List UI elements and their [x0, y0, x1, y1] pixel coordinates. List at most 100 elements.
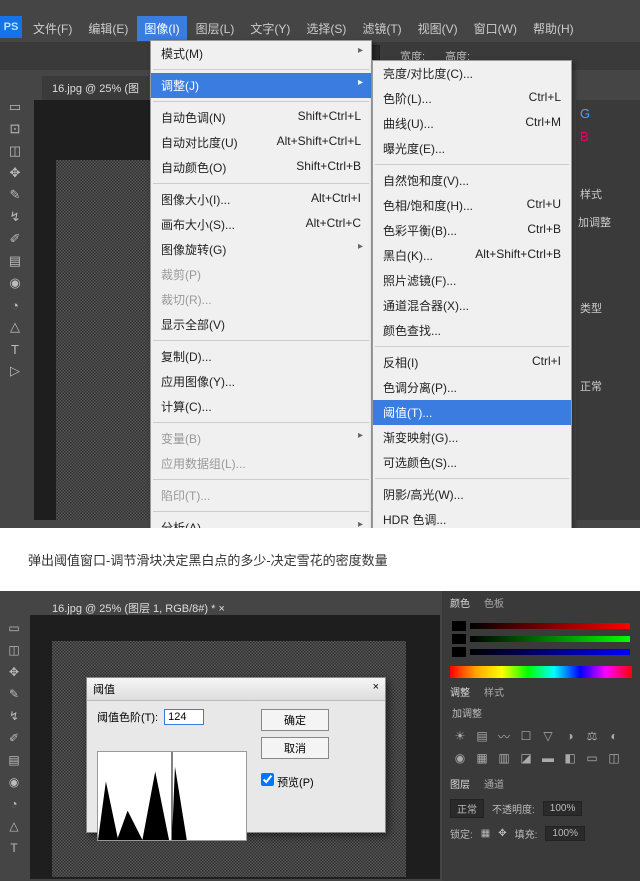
invert-icon[interactable]: ◪: [518, 750, 534, 766]
tool-icon-1[interactable]: ⊡: [0, 118, 30, 140]
menu-8[interactable]: 窗口(W): [467, 16, 524, 41]
tool-icon-8[interactable]: ◔: [0, 793, 28, 815]
tool-icon-7[interactable]: ◉: [0, 771, 28, 793]
tool-icon-9[interactable]: △: [0, 815, 28, 837]
menu-item[interactable]: 调整(J): [151, 73, 371, 98]
tool-icon-0[interactable]: ▭: [0, 617, 28, 639]
menu-9[interactable]: 帮助(H): [526, 16, 581, 41]
tool-icon-3[interactable]: ✎: [0, 683, 28, 705]
tab-swatch[interactable]: 色板: [484, 595, 504, 610]
tab-layers[interactable]: 图层: [450, 776, 470, 791]
menu-item[interactable]: 自动颜色(O)Shift+Ctrl+B: [151, 155, 371, 180]
tab-style[interactable]: 样式: [484, 684, 504, 699]
document-tab[interactable]: 16.jpg @ 25% (图: [42, 76, 149, 100]
tool-icon-12[interactable]: ▷: [0, 360, 30, 382]
tool-icon-6[interactable]: ✐: [0, 228, 30, 250]
tool-icon-8[interactable]: ◉: [0, 272, 30, 294]
fill-value[interactable]: 100%: [545, 826, 585, 841]
tool-icon-1[interactable]: ◫: [0, 639, 28, 661]
submenu-item[interactable]: 自然饱和度(V)...: [373, 168, 571, 193]
tool-icon-10[interactable]: △: [0, 316, 30, 338]
submenu-item[interactable]: 色调分离(P)...: [373, 375, 571, 400]
blend-mode-select-2[interactable]: 正常: [450, 799, 484, 818]
lock-pos-icon[interactable]: ✥: [498, 828, 506, 839]
close-icon[interactable]: ×: [373, 681, 379, 697]
menu-item[interactable]: 计算(C)...: [151, 394, 371, 419]
menu-item[interactable]: 分析(A): [151, 515, 371, 528]
selective-icon[interactable]: ◫: [606, 750, 622, 766]
menu-item[interactable]: 图像旋转(G): [151, 237, 371, 262]
tool-icon-2[interactable]: ◫: [0, 140, 30, 162]
brightness-icon[interactable]: ☀: [452, 728, 468, 744]
submenu-item[interactable]: 颜色查找...: [373, 318, 571, 343]
gradient-icon[interactable]: ▭: [584, 750, 600, 766]
menu-7[interactable]: 视图(V): [411, 16, 465, 41]
menu-1[interactable]: 编辑(E): [81, 16, 135, 41]
submenu-item[interactable]: 照片滤镜(F)...: [373, 268, 571, 293]
vibrance-icon[interactable]: ▽: [540, 728, 556, 744]
tool-icon-5[interactable]: ✐: [0, 727, 28, 749]
tool-icon-5[interactable]: ↯: [0, 206, 30, 228]
mixer-icon[interactable]: ▦: [474, 750, 490, 766]
levels-icon[interactable]: ▤: [474, 728, 490, 744]
menu-0[interactable]: 文件(F): [26, 16, 79, 41]
menu-item[interactable]: 应用图像(Y)...: [151, 369, 371, 394]
submenu-item[interactable]: 阴影/高光(W)...: [373, 482, 571, 507]
bw-icon[interactable]: ◐: [606, 728, 622, 744]
poster-icon[interactable]: ▬: [540, 750, 556, 766]
tool-icon-2[interactable]: ✥: [0, 661, 28, 683]
tool-icon-10[interactable]: T: [0, 837, 28, 859]
threshold-input[interactable]: [164, 709, 204, 725]
tool-icon-4[interactable]: ↯: [0, 705, 28, 727]
opacity-value[interactable]: 100%: [543, 801, 583, 816]
threshold-icon[interactable]: ◧: [562, 750, 578, 766]
tab-adjust[interactable]: 调整: [450, 684, 470, 699]
lookup-icon[interactable]: ▥: [496, 750, 512, 766]
tool-icon-3[interactable]: ✥: [0, 162, 30, 184]
preview-checkbox[interactable]: 预览(P): [261, 773, 329, 790]
exposure-icon[interactable]: ☐: [518, 728, 534, 744]
lock-pixels-icon[interactable]: ▦: [481, 828, 490, 839]
submenu-item[interactable]: 曝光度(E)...: [373, 136, 571, 161]
submenu-item[interactable]: 色彩平衡(B)...Ctrl+B: [373, 218, 571, 243]
menu-2[interactable]: 图像(I): [137, 16, 186, 41]
color-spectrum[interactable]: [450, 666, 632, 678]
cancel-button[interactable]: 取消: [261, 737, 329, 759]
submenu-item[interactable]: 黑白(K)...Alt+Shift+Ctrl+B: [373, 243, 571, 268]
menu-item[interactable]: 显示全部(V): [151, 312, 371, 337]
curves-icon[interactable]: 〰: [496, 728, 512, 744]
menu-item[interactable]: 模式(M): [151, 41, 371, 66]
submenu-item[interactable]: HDR 色调...: [373, 507, 571, 528]
submenu-item[interactable]: 色相/饱和度(H)...Ctrl+U: [373, 193, 571, 218]
type-label[interactable]: 类型: [576, 240, 640, 376]
balance-icon[interactable]: ⚖: [584, 728, 600, 744]
style-tab[interactable]: 样式: [576, 146, 640, 204]
normal-label[interactable]: 正常: [576, 376, 640, 396]
ok-button[interactable]: 确定: [261, 709, 329, 731]
dialog-titlebar[interactable]: 阈值 ×: [87, 678, 385, 701]
menu-6[interactable]: 滤镜(T): [355, 16, 408, 41]
filter-icon[interactable]: ◉: [452, 750, 468, 766]
menu-item[interactable]: 画布大小(S)...Alt+Ctrl+C: [151, 212, 371, 237]
menu-item[interactable]: 自动对比度(U)Alt+Shift+Ctrl+L: [151, 130, 371, 155]
hue-icon[interactable]: ◑: [562, 728, 578, 744]
tool-icon-6[interactable]: ▤: [0, 749, 28, 771]
submenu-item[interactable]: 可选颜色(S)...: [373, 450, 571, 475]
menu-3[interactable]: 图层(L): [189, 16, 242, 41]
tool-icon-7[interactable]: ▤: [0, 250, 30, 272]
menu-item[interactable]: 复制(D)...: [151, 344, 371, 369]
submenu-item[interactable]: 通道混合器(X)...: [373, 293, 571, 318]
tool-icon-11[interactable]: T: [0, 338, 30, 360]
tab-channels[interactable]: 通道: [484, 776, 504, 791]
submenu-item[interactable]: 阈值(T)...: [373, 400, 571, 425]
tool-icon-4[interactable]: ✎: [0, 184, 30, 206]
menu-item[interactable]: 自动色调(N)Shift+Ctrl+L: [151, 105, 371, 130]
tool-icon-9[interactable]: ◔: [0, 294, 30, 316]
menu-4[interactable]: 文字(Y): [243, 16, 297, 41]
submenu-item[interactable]: 色阶(L)...Ctrl+L: [373, 86, 571, 111]
tool-icon-0[interactable]: ▭: [0, 96, 30, 118]
submenu-item[interactable]: 反相(I)Ctrl+I: [373, 350, 571, 375]
histogram-graph[interactable]: [97, 751, 247, 841]
submenu-item[interactable]: 曲线(U)...Ctrl+M: [373, 111, 571, 136]
menu-item[interactable]: 图像大小(I)...Alt+Ctrl+I: [151, 187, 371, 212]
